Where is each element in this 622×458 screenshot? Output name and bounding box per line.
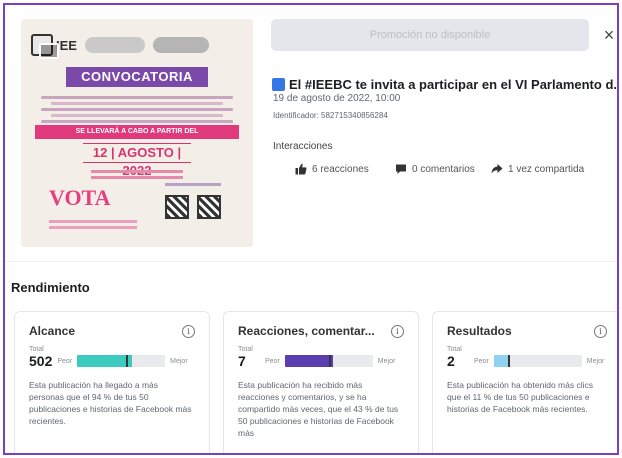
info-icon[interactable]: i [594,324,607,338]
better-label: Mejor [170,357,188,365]
total-label: Total [238,346,253,353]
better-label: Mejor [377,357,396,365]
total-label: Total [29,346,44,353]
worse-label: Peor [474,357,489,365]
reactions-count[interactable]: 6 reacciones [287,155,377,183]
comparison-bar [284,355,373,367]
post-image-thumbnail[interactable]: IEE CONVOCATORIA SE LLEVARÁ A CABO A PAR… [21,19,253,247]
comments-label: 0 comentarios [412,163,475,175]
post-title[interactable]: El #IEEBC te invita a participar en el V… [272,75,617,93]
image-body-text [41,93,233,126]
info-icon[interactable]: i [391,324,404,338]
reactions-label: 6 reacciones [312,163,369,175]
metric-title: Alcance [29,324,76,338]
metric-description: Esta publicación ha obtenido más clics q… [447,380,593,414]
comparison-bar-marker [507,355,510,367]
total-label: Total [447,346,462,353]
comparison-bar [493,355,582,367]
metric-title: Resultados [447,324,512,338]
comparison-bar-fill [284,355,334,367]
photo-icon [39,43,59,59]
promotion-unavailable-button[interactable]: Promoción no disponible [271,19,589,51]
comparison-bar-fill [77,355,132,367]
worse-label: Peor [265,357,280,365]
image-vote-subtext [49,217,137,232]
metric-value: 502 [29,353,53,369]
shares-label: 1 vez compartida [508,163,585,175]
worse-label: Peor [57,357,73,365]
interactions-heading: Interacciones [273,141,333,152]
post-date: 19 de agosto de 2022, 10:00 [273,93,401,104]
qr-code [165,195,189,219]
thumbs-up-icon [295,163,307,175]
metric-description: Esta publicación ha recibido más reaccio… [238,380,399,438]
image-date-subtext [91,167,183,182]
section-divider [5,261,617,262]
partner-logo [84,37,145,53]
share-icon [491,164,503,174]
info-icon[interactable]: i [182,324,195,338]
metric-description: Esta publicación ha llegado a más person… [29,380,192,426]
qr-caption [165,183,221,186]
post-insights-panel: IEE CONVOCATORIA SE LLEVARÁ A CABO A PAR… [3,3,619,455]
image-logos: IEE [31,31,243,59]
image-date: 12 | AGOSTO | 2022 [83,143,191,178]
metric-card-reach: Alcance i Total 502 Peor Mejor Esta publ… [14,311,210,453]
qr-code [197,195,221,219]
image-banner: SE LLEVARÁ A CABO A PARTIR DEL [35,125,239,139]
comparison-bar [77,355,166,367]
post-title-text: El #IEEBC te invita a participar en el V… [289,76,617,92]
comment-icon [396,164,406,174]
metric-value: 2 [447,353,455,369]
partner-logo [152,37,209,53]
metric-card-engagement: Reacciones, comentar... i Total 7 Peor M… [223,311,419,453]
comparison-bar-marker [328,355,331,367]
metric-title: Reacciones, comentar... [238,324,375,338]
image-heading: CONVOCATORIA [66,67,208,87]
post-identifier: Identificador: 582715340856284 [273,111,388,120]
comments-count[interactable]: 0 comentarios [387,155,483,183]
metric-value: 7 [238,353,246,369]
better-label: Mejor [586,357,605,365]
image-vote-text: VOTA [49,185,111,210]
comparison-bar-marker [125,355,128,367]
performance-heading: Rendimiento [11,280,90,295]
facebook-icon [272,77,285,91]
close-icon[interactable]: × [599,25,617,45]
shares-count[interactable]: 1 vez compartida [483,155,592,183]
metric-card-results: Resultados i Total 2 Peor Mejor Esta pub… [432,311,617,453]
